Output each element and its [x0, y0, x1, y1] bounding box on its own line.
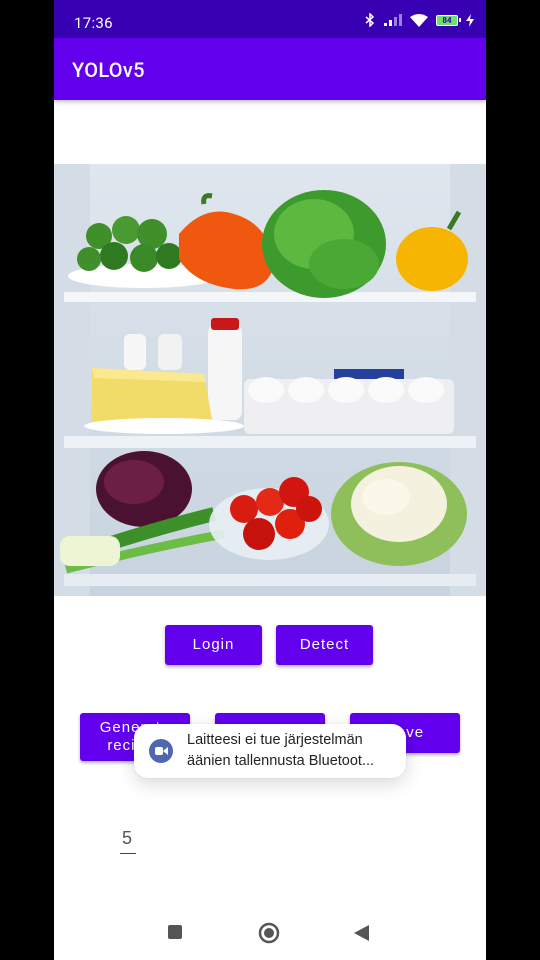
detect-button[interactable]: Detect	[276, 625, 373, 665]
signal-icon	[384, 14, 402, 26]
toast-notification: Laitteesi ei tue järjestelmän äänien tal…	[134, 724, 406, 778]
battery-icon: 84	[436, 14, 461, 26]
bluetooth-icon	[364, 13, 376, 27]
recents-button[interactable]	[167, 924, 183, 944]
toast-line-1: Laitteesi ei tue järjestelmän	[187, 732, 363, 748]
sound-recorder-icon	[149, 739, 173, 763]
login-button[interactable]: Login	[165, 625, 262, 665]
triangle-back-icon	[354, 925, 369, 941]
status-bar: 17:36 84	[54, 0, 486, 38]
app-title: YOLOv5	[72, 58, 145, 82]
status-time: 17:36	[74, 14, 113, 32]
navigation-bar	[54, 906, 486, 960]
app-screen: 17:36 84 YOLOv5 Login Detect Generate 5 …	[54, 0, 486, 960]
number-field[interactable]: 5	[122, 828, 132, 849]
wifi-icon	[410, 13, 428, 27]
back-button[interactable]	[353, 924, 369, 946]
circle-icon	[258, 922, 280, 944]
status-icons: 84	[364, 13, 474, 27]
toast-line-2: äänien tallennusta Bluetoot...	[187, 753, 375, 769]
battery-level: 84	[442, 15, 452, 25]
square-icon	[168, 925, 182, 939]
app-bar: YOLOv5	[54, 38, 486, 100]
number-field-underline	[120, 853, 136, 854]
fridge-image	[54, 164, 486, 596]
charging-icon	[466, 13, 474, 27]
toast-message: Laitteesi ei tue järjestelmän äänien tal…	[187, 730, 374, 772]
home-button[interactable]	[258, 922, 280, 948]
